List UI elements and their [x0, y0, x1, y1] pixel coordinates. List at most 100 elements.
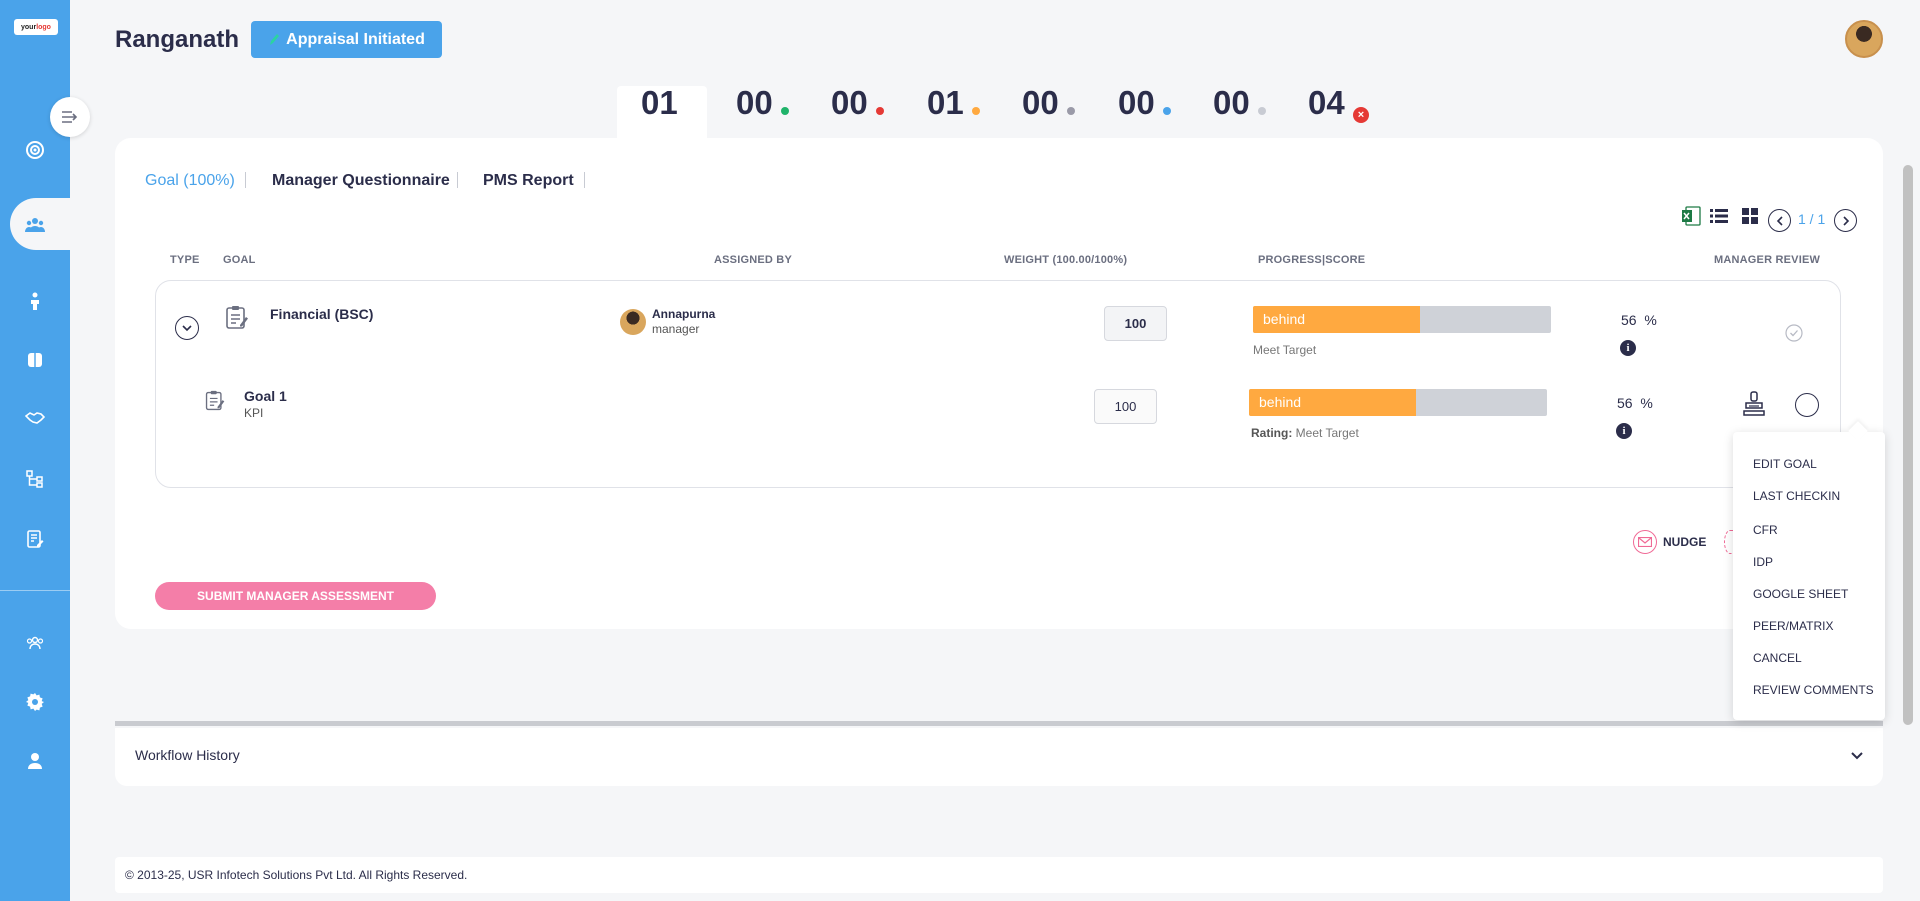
pencil-icon: [270, 33, 280, 45]
score-value: 56: [1621, 312, 1637, 328]
chevron-left-icon: [1776, 215, 1783, 226]
status-dot: [1067, 107, 1075, 115]
scrollbar[interactable]: [1903, 165, 1913, 725]
page-title: Ranganath: [115, 26, 240, 53]
menu-item-google-sheet[interactable]: GOOGLE SHEET: [1753, 587, 1848, 601]
menu-item-cfr[interactable]: CFR: [1753, 523, 1778, 537]
workflow-history-panel[interactable]: Workflow History: [115, 728, 1883, 786]
collapse-icon: [62, 111, 78, 123]
menu-item-cancel[interactable]: CANCEL: [1753, 651, 1802, 665]
tab-separator: [584, 172, 585, 188]
group-score: 56 %: [1621, 312, 1657, 328]
status-label: Appraisal Initiated: [286, 30, 425, 48]
workflow-history-title: Workflow History: [135, 747, 240, 763]
tab-goal[interactable]: Goal (100%): [145, 172, 235, 190]
menu-item-review-comments[interactable]: REVIEW COMMENTS: [1753, 683, 1874, 697]
goal-group: [155, 280, 1841, 488]
stat-value[interactable]: 01: [641, 86, 678, 120]
clipboard-icon: [204, 390, 226, 417]
menu-item-peer-matrix[interactable]: PEER/MATRIX: [1753, 619, 1833, 633]
header-manager-review: MANAGER REVIEW: [1714, 254, 1821, 266]
header-type: TYPE: [170, 254, 200, 266]
goal-type: KPI: [244, 406, 264, 420]
clipboard-icon: [224, 305, 250, 336]
progress-label: behind: [1259, 394, 1302, 410]
stat-value[interactable]: 00: [831, 86, 868, 120]
stat-value[interactable]: 00: [736, 86, 773, 120]
next-page-button[interactable]: [1834, 209, 1857, 232]
info-icon[interactable]: i: [1616, 423, 1632, 439]
status-badge[interactable]: Appraisal Initiated: [251, 21, 442, 58]
score-value: 56: [1617, 395, 1633, 411]
team-icon[interactable]: [24, 214, 46, 236]
menu-item-edit-goal[interactable]: EDIT GOAL: [1753, 457, 1817, 471]
chevron-right-icon: [1842, 215, 1849, 226]
status-dot: [972, 107, 980, 115]
more-options-button[interactable]: [1795, 393, 1819, 417]
goal-rating: Rating: Meet Target: [1251, 426, 1359, 440]
tab-pms-report[interactable]: PMS Report: [483, 172, 574, 190]
stat-value[interactable]: 01: [927, 86, 964, 120]
stat-value[interactable]: 00: [1022, 86, 1059, 120]
prev-page-button[interactable]: [1768, 209, 1791, 232]
status-dot: [781, 107, 789, 115]
logo[interactable]: your logo: [14, 19, 58, 35]
book-icon[interactable]: [24, 349, 46, 371]
actions-menu: EDIT GOAL LAST CHECKIN CFR IDP GOOGLE SH…: [1733, 432, 1885, 720]
tab-separator: [245, 172, 246, 188]
footer: © 2013-25, USR Infotech Solutions Pvt Lt…: [115, 857, 1883, 893]
sidebar-divider: [0, 590, 70, 591]
rating-value: Meet Target: [1295, 426, 1359, 440]
stat-value[interactable]: 00: [1213, 86, 1250, 120]
user-avatar[interactable]: [1845, 20, 1883, 58]
org-chart-icon[interactable]: [24, 468, 46, 490]
assigned-name: Annapurna: [652, 307, 716, 321]
goal-weight[interactable]: 100: [1094, 389, 1157, 424]
menu-item-idp[interactable]: IDP: [1753, 555, 1773, 569]
group-icon[interactable]: [24, 632, 46, 654]
status-dot: [1258, 107, 1266, 115]
expand-button[interactable]: [175, 316, 199, 340]
logo-text: your: [21, 23, 37, 31]
document-edit-icon[interactable]: [24, 528, 46, 550]
assigned-role: manager: [652, 322, 700, 336]
page-indicator: 1 / 1: [1798, 211, 1826, 227]
header-weight: WEIGHT (100.00/100%): [1004, 254, 1128, 266]
info-icon[interactable]: i: [1620, 340, 1636, 356]
stat-value[interactable]: 00: [1118, 86, 1155, 120]
review-stamp-icon[interactable]: [1742, 391, 1766, 422]
tab-manager-questionnaire[interactable]: Manager Questionnaire: [272, 172, 450, 190]
assigned-avatar: [620, 309, 646, 335]
target-icon[interactable]: [24, 139, 46, 161]
progress-label: behind: [1263, 311, 1306, 327]
grid-view-icon[interactable]: [1739, 205, 1761, 227]
score-unit: %: [1644, 312, 1657, 328]
list-view-icon[interactable]: [1708, 205, 1730, 227]
rating-label: Rating:: [1251, 426, 1293, 440]
handshake-icon[interactable]: [24, 407, 46, 429]
copyright-text: © 2013-25, USR Infotech Solutions Pvt Lt…: [125, 868, 468, 882]
logo-accent: logo: [36, 23, 51, 31]
status-dot: [1163, 107, 1171, 115]
status-dot: [876, 107, 884, 115]
collapse-sidebar-button[interactable]: [50, 97, 90, 137]
header-progress: PROGRESS|SCORE: [1258, 254, 1366, 266]
score-unit: %: [1640, 395, 1653, 411]
person-icon[interactable]: [24, 290, 46, 312]
group-progress-bar: behind: [1253, 306, 1551, 333]
group-rating: Meet Target: [1253, 343, 1317, 357]
section-divider: [115, 721, 1883, 726]
check-circle-icon[interactable]: [1785, 324, 1803, 347]
goal-progress-bar: behind: [1249, 389, 1547, 416]
menu-item-last-checkin[interactable]: LAST CHECKIN: [1753, 489, 1840, 503]
excel-export-icon[interactable]: [1680, 205, 1702, 227]
user-profile-icon[interactable]: [24, 750, 46, 772]
stat-value[interactable]: 04: [1308, 86, 1345, 120]
chevron-down-icon[interactable]: [1851, 752, 1863, 760]
goal-group-title[interactable]: Financial (BSC): [270, 306, 373, 322]
goal-title[interactable]: Goal 1: [244, 388, 287, 404]
nudge-button[interactable]: NUDGE: [1633, 530, 1706, 554]
submit-manager-assessment-button[interactable]: SUBMIT MANAGER ASSESSMENT: [155, 582, 436, 610]
settings-icon[interactable]: [24, 691, 46, 713]
close-icon[interactable]: ×: [1353, 107, 1369, 123]
